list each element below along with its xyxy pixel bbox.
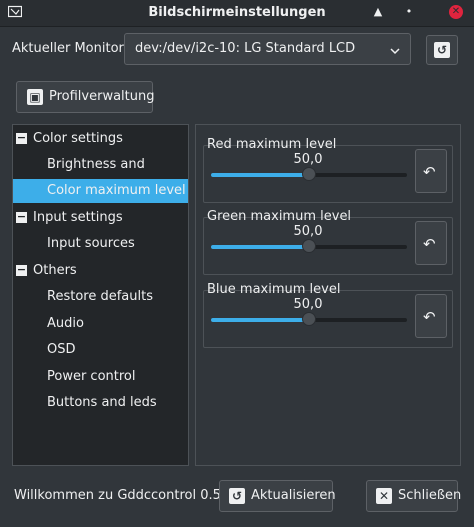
collapse-icon[interactable]: − <box>16 211 27 223</box>
tree-item-label: Color maximum level <box>47 183 186 198</box>
tree-item-color-settings[interactable]: − Color settings <box>13 127 188 151</box>
red-level-title: Red maximum level <box>207 137 337 152</box>
collapse-icon[interactable]: − <box>16 264 27 276</box>
minimize-button[interactable]: • <box>402 5 416 19</box>
refresh-monitors-button[interactable]: ↺ <box>426 35 458 65</box>
blue-level-slider[interactable] <box>211 312 407 326</box>
tree-item-label: Power control <box>47 369 136 384</box>
color-level-panel: Red maximum level 50,0 ↶ Green maximum l… <box>195 124 461 466</box>
status-message: Willkommen zu Gddccontrol 0.5.2. <box>14 488 238 503</box>
tree-item-audio[interactable]: Audio <box>13 312 188 336</box>
tree-item-label: Restore defaults <box>47 289 153 304</box>
category-tree[interactable]: − Color settings Brightness and Contrast… <box>12 124 189 466</box>
blue-level-value: 50,0 <box>293 297 323 312</box>
tree-item-label: Others <box>33 263 77 278</box>
collapse-icon[interactable]: − <box>16 132 27 144</box>
close-label: Schließen <box>398 488 462 503</box>
tree-item-input-sources[interactable]: Input sources <box>13 232 188 256</box>
tree-item-label: Input settings <box>33 210 123 225</box>
tree-item-others[interactable]: − Others <box>13 259 188 283</box>
tree-item-label: Color settings <box>33 131 123 146</box>
tree-item-brightness-contrast[interactable]: Brightness and Contrast <box>13 153 188 196</box>
tree-item-label: Audio <box>47 316 84 331</box>
blue-level-title: Blue maximum level <box>207 282 341 297</box>
update-label: Aktualisieren <box>251 488 336 503</box>
title-bar: Bildschirmeinstellungen ▲ • ✕ <box>0 0 474 27</box>
chevron-down-icon <box>390 44 400 59</box>
slider-handle[interactable] <box>302 239 316 253</box>
slider-fill <box>211 318 309 322</box>
tree-item-power-control[interactable]: Power control <box>13 365 188 389</box>
update-button[interactable]: ↺ Aktualisieren <box>219 480 336 512</box>
monitor-label: Aktueller Monitor: <box>12 41 129 56</box>
reset-blue-button[interactable]: ↶ <box>415 294 447 338</box>
tree-item-buttons-leds[interactable]: Buttons and leds <box>13 391 188 415</box>
undo-icon: ↶ <box>423 308 436 326</box>
tree-item-color-maximum-level[interactable]: Color maximum level <box>13 179 188 203</box>
slider-handle[interactable] <box>302 312 316 326</box>
profile-icon: ▣ <box>27 89 43 105</box>
green-level-group: Green maximum level 50,0 ↶ <box>203 209 453 275</box>
slider-handle[interactable] <box>302 167 316 181</box>
tree-item-restore-defaults[interactable]: Restore defaults <box>13 285 188 309</box>
slider-fill <box>211 245 309 249</box>
blue-level-group: Blue maximum level 50,0 ↶ <box>203 282 453 348</box>
close-icon: ✕ <box>376 488 392 504</box>
refresh-icon: ↺ <box>434 42 450 58</box>
close-button[interactable]: ✕ Schließen <box>366 480 462 512</box>
keep-above-button[interactable]: ▲ <box>371 5 385 19</box>
tree-item-label: Input sources <box>47 236 135 251</box>
profile-management-label: Profilverwaltung <box>49 89 155 104</box>
slider-fill <box>211 173 309 177</box>
close-window-button[interactable]: ✕ <box>449 5 463 19</box>
profile-management-button[interactable]: ▣ Profilverwaltung <box>16 81 155 113</box>
monitor-select-value: dev:/dev/i2c-10: LG Standard LCD <box>135 41 356 56</box>
refresh-icon: ↺ <box>229 488 245 504</box>
green-level-title: Green maximum level <box>207 209 352 224</box>
green-level-slider[interactable] <box>211 239 407 253</box>
tree-item-label: Buttons and leds <box>47 395 157 410</box>
monitor-select[interactable]: dev:/dev/i2c-10: LG Standard LCD <box>124 33 411 65</box>
reset-red-button[interactable]: ↶ <box>415 149 447 193</box>
green-level-value: 50,0 <box>293 224 323 239</box>
undo-icon: ↶ <box>423 163 436 181</box>
undo-icon: ↶ <box>423 235 436 253</box>
red-level-group: Red maximum level 50,0 ↶ <box>203 137 453 203</box>
tree-item-osd[interactable]: OSD <box>13 338 188 362</box>
red-level-value: 50,0 <box>293 152 323 167</box>
tree-item-label: OSD <box>47 342 76 357</box>
red-level-slider[interactable] <box>211 167 407 181</box>
tree-item-input-settings[interactable]: − Input settings <box>13 206 188 230</box>
reset-green-button[interactable]: ↶ <box>415 221 447 265</box>
